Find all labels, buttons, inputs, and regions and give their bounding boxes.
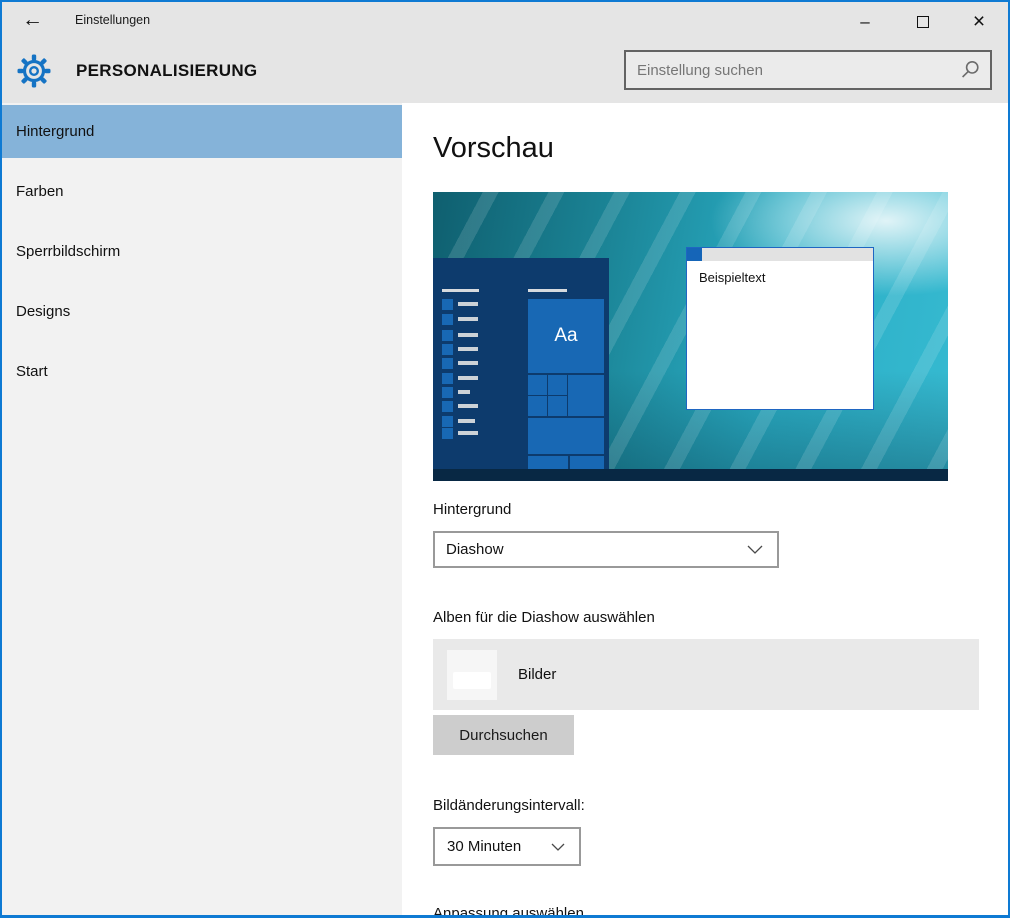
album-name: Bilder <box>518 666 556 683</box>
taskbar-mock <box>433 469 948 481</box>
sidebar-item-label: Start <box>16 363 48 380</box>
maximize-button[interactable] <box>908 10 938 34</box>
fit-label: Anpassung auswählen <box>433 905 1008 918</box>
sidebar-item-label: Sperrbildschirm <box>16 243 120 260</box>
background-dropdown-value: Diashow <box>446 541 504 558</box>
search-input[interactable] <box>626 62 960 79</box>
maximize-icon <box>917 16 929 28</box>
settings-window: ← Einstellungen – × PERSONALI <box>0 0 1010 918</box>
album-thumbnail-icon <box>447 650 497 700</box>
gear-icon <box>17 54 51 93</box>
back-icon[interactable]: ← <box>22 8 43 32</box>
browse-button[interactable]: Durchsuchen <box>433 715 574 755</box>
sample-window-mock: Beispieltext <box>686 247 874 410</box>
sidebar-item-hintergrund[interactable]: Hintergrund <box>2 105 402 158</box>
app-title: Einstellungen <box>75 13 150 27</box>
page-title: PERSONALISIERUNG <box>76 61 257 81</box>
start-menu-mock: Aa <box>433 258 609 469</box>
sidebar: Hintergrund Farben Sperrbildschirm Desig… <box>2 103 402 915</box>
sample-window-accent <box>687 248 702 261</box>
header: ← Einstellungen – × PERSONALI <box>2 2 1008 103</box>
background-dropdown[interactable]: Diashow <box>433 531 779 568</box>
search-icon[interactable] <box>960 60 980 80</box>
start-tile-aa: Aa <box>528 299 604 373</box>
album-row[interactable]: Bilder <box>433 639 979 710</box>
sidebar-item-sperrbildschirm[interactable]: Sperrbildschirm <box>2 225 402 278</box>
search-box[interactable] <box>624 50 992 90</box>
body: Hintergrund Farben Sperrbildschirm Desig… <box>2 103 1008 915</box>
close-button[interactable]: × <box>964 10 994 34</box>
sidebar-item-designs[interactable]: Designs <box>2 285 402 338</box>
chevron-down-icon <box>747 541 763 558</box>
interval-label: Bildänderungsintervall: <box>433 797 1008 814</box>
sidebar-item-label: Farben <box>16 183 64 200</box>
interval-dropdown-value: 30 Minuten <box>447 838 521 855</box>
sample-window-titlebar <box>687 248 873 261</box>
sidebar-item-start[interactable]: Start <box>2 345 402 398</box>
chevron-down-icon <box>551 838 565 855</box>
wallpaper-preview: Aa Beispieltext <box>433 192 948 481</box>
albums-label: Alben für die Diashow auswählen <box>433 609 1008 626</box>
background-label: Hintergrund <box>433 501 1008 518</box>
minimize-button[interactable]: – <box>850 10 880 34</box>
sidebar-item-farben[interactable]: Farben <box>2 165 402 218</box>
main-content: Vorschau Aa <box>402 103 1008 915</box>
sidebar-item-label: Hintergrund <box>16 123 94 140</box>
sample-window-text: Beispieltext <box>699 270 873 285</box>
interval-dropdown[interactable]: 30 Minuten <box>433 827 581 866</box>
preview-heading: Vorschau <box>433 132 1008 165</box>
sidebar-item-label: Designs <box>16 303 70 320</box>
